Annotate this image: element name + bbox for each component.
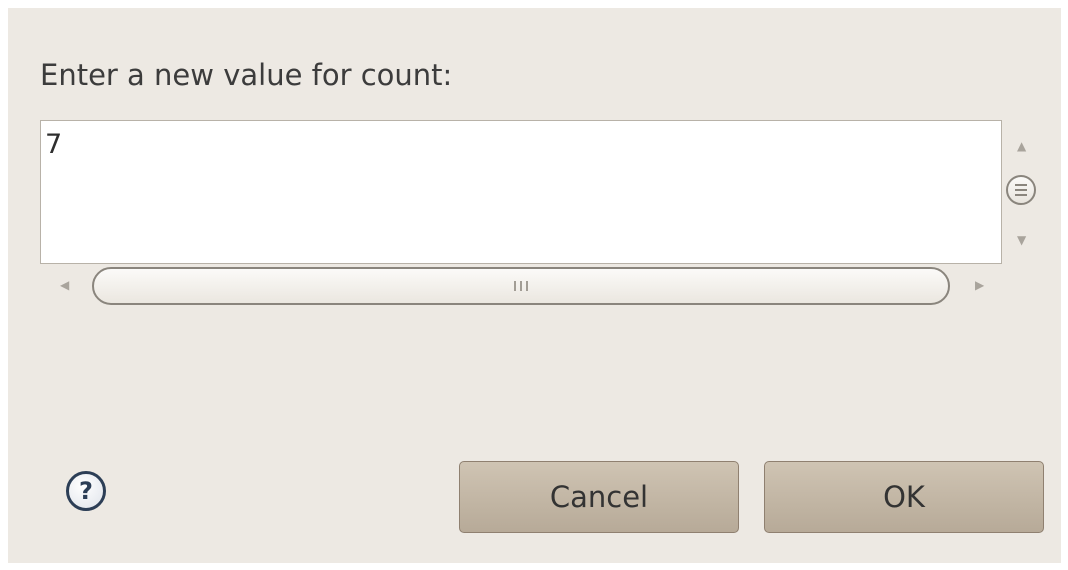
vertical-scroll-thumb[interactable] [1006, 175, 1036, 205]
scroll-right-icon[interactable]: ▶ [975, 279, 984, 291]
grip-line [526, 281, 528, 291]
cancel-button[interactable]: Cancel [459, 461, 739, 533]
vertical-scrollbar[interactable]: ▲ ▼ [1004, 120, 1044, 264]
grip-line [1015, 194, 1027, 196]
grip-line [1015, 189, 1027, 191]
grip-line [520, 281, 522, 291]
scroll-up-icon[interactable]: ▲ [1017, 140, 1026, 152]
value-textarea[interactable]: 7 [40, 120, 1002, 264]
help-icon[interactable]: ? [66, 471, 106, 511]
textarea-value: 7 [45, 129, 63, 160]
horizontal-scroll-thumb[interactable] [92, 267, 950, 305]
ok-button[interactable]: OK [764, 461, 1044, 533]
input-dialog: Enter a new value for count: 7 ▲ ▼ ◀ ▶ ?… [8, 8, 1061, 563]
grip-line [514, 281, 516, 291]
scroll-left-icon[interactable]: ◀ [60, 279, 69, 291]
horizontal-scrollbar[interactable]: ◀ ▶ [40, 265, 1002, 309]
scroll-down-icon[interactable]: ▼ [1017, 234, 1026, 246]
grip-line [1015, 184, 1027, 186]
prompt-label: Enter a new value for count: [40, 58, 453, 92]
